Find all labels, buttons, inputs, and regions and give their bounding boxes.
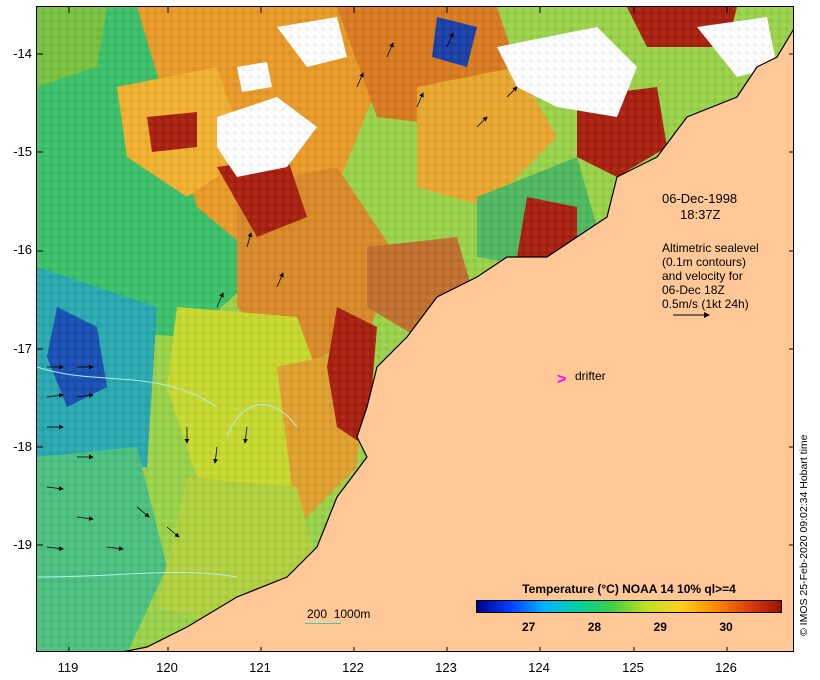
colorbar-tick-label: 30 [719, 620, 733, 634]
legend-line: and velocity for [662, 269, 743, 283]
y-tick-label: -15 [13, 144, 32, 159]
drifter-label: drifter [575, 369, 606, 383]
legend-line: 06-Dec 18Z [662, 283, 725, 297]
y-tick-label: -19 [13, 537, 32, 552]
colorbar-tick-label: 29 [653, 620, 667, 634]
y-tick-label: -17 [13, 341, 32, 356]
colorbar-title: Temperature (°C) NOAA 14 10% ql>=4 [522, 582, 736, 596]
x-tick-label: 121 [249, 660, 271, 675]
credit-text: © IMOS 25-Feb-2020 09:02:34 Hobart time [798, 434, 810, 636]
x-tick-label: 120 [156, 660, 178, 675]
colorbar-tick-label: 28 [587, 620, 602, 634]
x-tick-label: 124 [528, 660, 550, 675]
x-tick-label: 119 [57, 660, 79, 675]
depth-scale-bar [305, 623, 341, 624]
legend-line: (0.1m contours) [662, 255, 747, 269]
x-tick-label: 125 [622, 660, 644, 675]
sst-map[interactable]: > [36, 6, 794, 652]
depth-scale-label: 200 1000m [307, 607, 371, 621]
legend-line: 0.5m/s (1kt 24h) [662, 297, 749, 311]
legend-line: Altimetric sealevel [662, 241, 759, 255]
x-tick-label: 123 [435, 660, 457, 675]
image-time: 18:37Z [680, 207, 721, 222]
colorbar-tick-label: 27 [521, 620, 536, 634]
temperature-colorbar [476, 600, 782, 613]
image-date: 06-Dec-1998 [662, 191, 738, 206]
y-tick-label: -16 [13, 242, 32, 257]
x-tick-label: 122 [342, 660, 364, 675]
y-tick-label: -14 [13, 46, 32, 61]
x-tick-label: 126 [715, 660, 737, 675]
map-frame-ticks [37, 7, 793, 651]
y-tick-label: -18 [13, 439, 32, 454]
